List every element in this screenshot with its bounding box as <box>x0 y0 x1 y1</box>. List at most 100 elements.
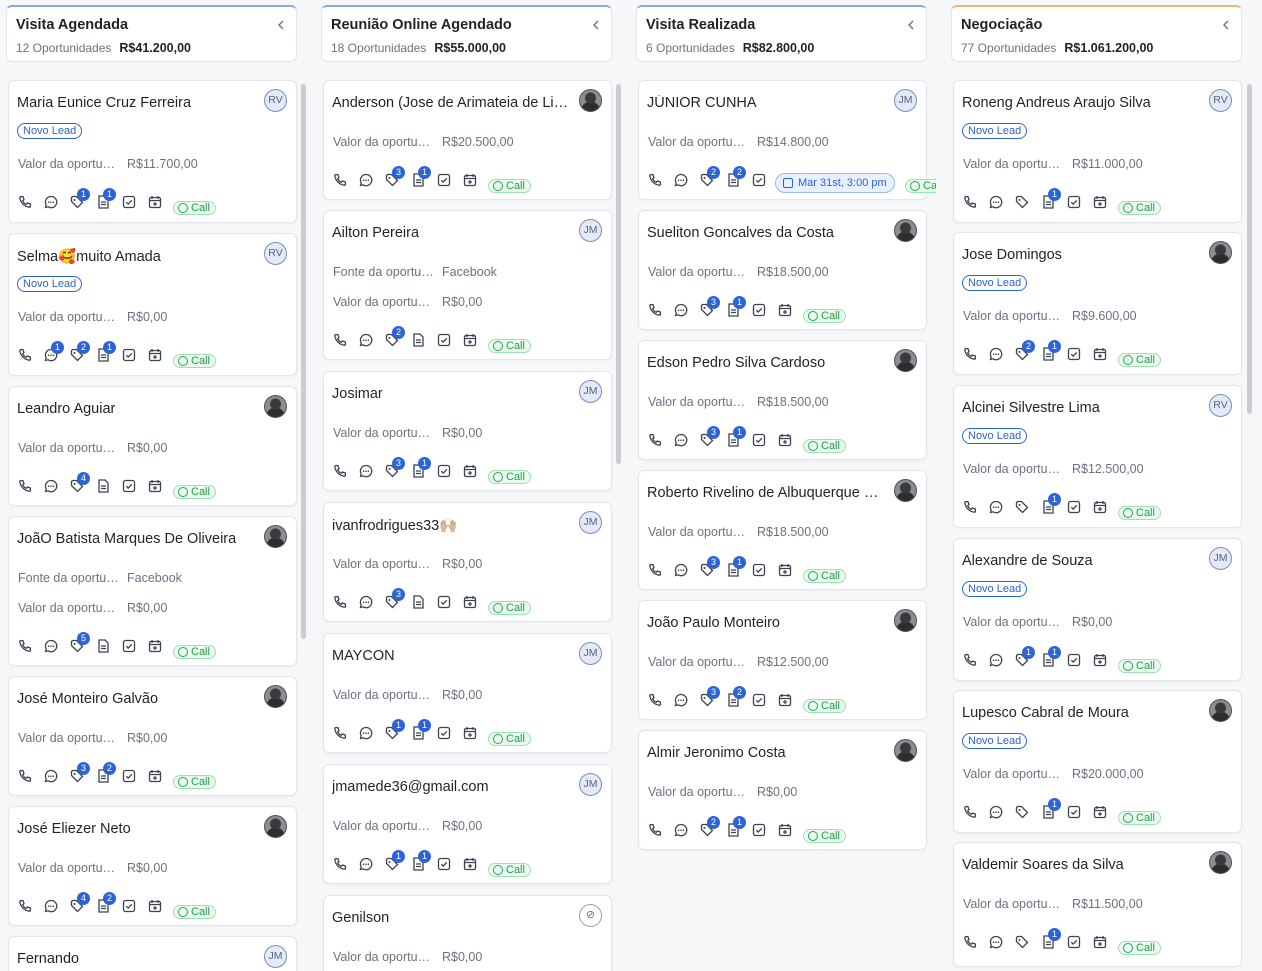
whatsapp-call-button[interactable]: Call <box>803 569 846 583</box>
calendar-add-icon[interactable] <box>1092 804 1108 820</box>
unassigned-user-icon[interactable]: ⊘ <box>579 904 602 927</box>
tag-icon[interactable]: 3 <box>384 588 405 610</box>
chat-icon[interactable] <box>673 562 689 578</box>
calendar-add-icon[interactable] <box>147 478 163 494</box>
chat-icon[interactable] <box>673 432 689 448</box>
calendar-add-icon[interactable] <box>147 898 163 914</box>
phone-icon[interactable] <box>332 856 348 872</box>
calendar-add-icon[interactable] <box>777 822 793 838</box>
task-icon[interactable] <box>751 562 767 578</box>
column-scrollbar[interactable] <box>616 84 621 464</box>
tag-icon[interactable]: 3 <box>699 686 720 708</box>
opportunity-card[interactable]: João Paulo Monteiro Valor da oportunidade… <box>638 600 927 720</box>
task-icon[interactable] <box>751 302 767 318</box>
tag-icon[interactable]: 5 <box>69 632 90 654</box>
phone-icon[interactable] <box>647 432 663 448</box>
assignee-avatar[interactable]: RV <box>264 89 287 112</box>
phone-icon[interactable] <box>332 725 348 741</box>
tag-icon[interactable] <box>1014 499 1030 515</box>
task-icon[interactable] <box>436 856 452 872</box>
note-icon[interactable]: 1 <box>1040 493 1061 515</box>
note-icon[interactable]: 1 <box>410 166 431 188</box>
assignee-avatar[interactable]: RV <box>1209 89 1232 112</box>
whatsapp-call-button[interactable]: Call <box>1118 201 1161 215</box>
task-icon[interactable] <box>436 594 452 610</box>
opportunity-card[interactable]: Anderson (Jose de Arimateia de Lima) Valo… <box>323 80 612 200</box>
collapse-chevron-icon[interactable] <box>906 19 916 31</box>
collapse-chevron-icon[interactable] <box>591 19 601 31</box>
task-icon[interactable] <box>1066 804 1082 820</box>
note-icon[interactable]: 1 <box>725 816 746 838</box>
task-icon[interactable] <box>121 638 137 654</box>
calendar-add-icon[interactable] <box>147 768 163 784</box>
calendar-add-icon[interactable] <box>462 725 478 741</box>
tag-icon[interactable]: 2 <box>384 326 405 348</box>
assignee-avatar[interactable] <box>1209 241 1232 264</box>
task-icon[interactable] <box>751 822 767 838</box>
column-header[interactable]: Negociação 77 Oportunidades R$1.061.200,00 <box>951 5 1242 62</box>
note-icon[interactable]: 1 <box>410 850 431 872</box>
phone-icon[interactable] <box>332 594 348 610</box>
chat-icon[interactable] <box>988 346 1004 362</box>
whatsapp-call-button[interactable]: Call <box>173 645 216 659</box>
collapse-chevron-icon[interactable] <box>276 19 286 31</box>
note-icon[interactable]: 1 <box>95 341 116 363</box>
opportunity-card[interactable]: Edson Pedro Silva Cardoso Valor da oportu… <box>638 340 927 460</box>
calendar-add-icon[interactable] <box>1092 499 1108 515</box>
whatsapp-call-button[interactable]: Call <box>488 470 531 484</box>
tag-icon[interactable]: 3 <box>699 556 720 578</box>
chat-icon[interactable] <box>673 302 689 318</box>
task-icon[interactable] <box>751 172 767 188</box>
assignee-avatar[interactable] <box>264 685 287 708</box>
tag-icon[interactable]: 1 <box>69 188 90 210</box>
phone-icon[interactable] <box>647 822 663 838</box>
whatsapp-call-button[interactable]: Call <box>803 309 846 323</box>
chat-icon[interactable] <box>43 898 59 914</box>
assignee-avatar[interactable]: RV <box>264 242 287 265</box>
tag-icon[interactable]: 2 <box>69 341 90 363</box>
chat-icon[interactable] <box>358 463 374 479</box>
opportunity-card[interactable]: Ailton Pereira JM Fonte da oportunidade Fac… <box>323 210 612 360</box>
assignee-avatar[interactable] <box>894 609 917 632</box>
phone-icon[interactable] <box>962 804 978 820</box>
opportunity-card[interactable]: Genilson ⊘ Valor da oportunidade R$0,00 <box>323 895 612 971</box>
chat-icon[interactable] <box>988 499 1004 515</box>
chat-icon[interactable] <box>673 822 689 838</box>
whatsapp-call-button[interactable]: Call <box>905 179 936 193</box>
whatsapp-call-button[interactable]: Call <box>488 339 531 353</box>
calendar-add-icon[interactable] <box>462 594 478 610</box>
phone-icon[interactable] <box>332 172 348 188</box>
assignee-avatar[interactable]: JM <box>894 89 917 112</box>
phone-icon[interactable] <box>962 934 978 950</box>
opportunity-card[interactable]: JoãO Batista Marques De Oliveira Fonte da… <box>8 516 297 666</box>
opportunity-card[interactable]: Fernando JM <box>8 936 297 971</box>
chat-icon[interactable] <box>988 194 1004 210</box>
whatsapp-call-button[interactable]: Call <box>803 699 846 713</box>
tag-icon[interactable]: 3 <box>384 457 405 479</box>
task-icon[interactable] <box>436 172 452 188</box>
phone-icon[interactable] <box>962 652 978 668</box>
assignee-avatar[interactable]: JM <box>579 511 602 534</box>
tag-icon[interactable] <box>1014 934 1030 950</box>
whatsapp-call-button[interactable]: Call <box>803 439 846 453</box>
note-icon[interactable]: 1 <box>1040 798 1061 820</box>
phone-icon[interactable] <box>647 562 663 578</box>
chat-icon[interactable] <box>673 692 689 708</box>
whatsapp-call-button[interactable]: Call <box>1118 811 1161 825</box>
tag-icon[interactable]: 4 <box>69 892 90 914</box>
whatsapp-call-button[interactable]: Call <box>1118 941 1161 955</box>
chat-icon[interactable] <box>673 172 689 188</box>
chat-icon[interactable] <box>358 856 374 872</box>
phone-icon[interactable] <box>647 172 663 188</box>
opportunity-card[interactable]: jmamede36@gmail.com JM Valor da oportunida… <box>323 764 612 884</box>
opportunity-card[interactable]: Josimar JM Valor da oportunidade R$0,00 31 Ca… <box>323 371 612 491</box>
opportunity-card[interactable]: Lupesco Cabral de Moura Novo Lead Valor da… <box>953 690 1242 833</box>
whatsapp-call-button[interactable]: Call <box>173 201 216 215</box>
whatsapp-call-button[interactable]: Call <box>1118 353 1161 367</box>
phone-icon[interactable] <box>17 768 33 784</box>
task-icon[interactable] <box>1066 499 1082 515</box>
calendar-add-icon[interactable] <box>777 562 793 578</box>
opportunity-card[interactable]: José Eliezer Neto Valor da oportunidade R$… <box>8 806 297 926</box>
task-icon[interactable] <box>1066 652 1082 668</box>
opportunity-card[interactable]: Alexandre de Souza JM Novo Lead Valor da op… <box>953 538 1242 681</box>
